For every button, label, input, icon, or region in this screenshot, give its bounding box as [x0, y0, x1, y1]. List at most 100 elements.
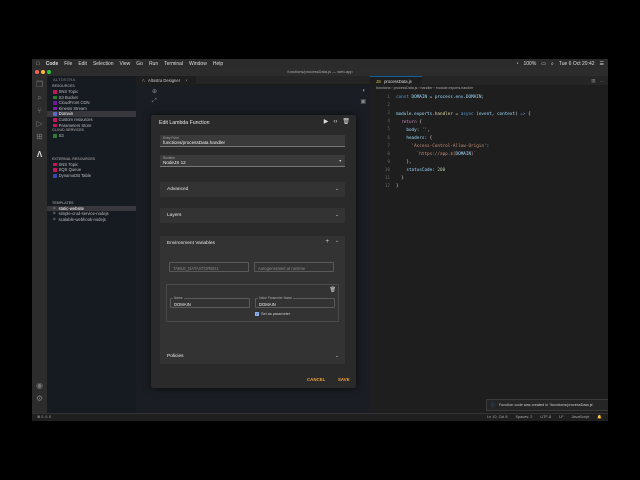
bell-icon[interactable]: 🔔 — [597, 414, 602, 421]
chevron-up-icon[interactable]: ⌃ — [335, 240, 339, 246]
notification-toast[interactable]: ⓘ Function code was created in '/functio… — [486, 399, 608, 411]
env2-value: DOMAIN — [259, 302, 276, 307]
encoding[interactable]: UTF-8 — [540, 414, 551, 421]
language-mode[interactable]: JavaScript — [572, 414, 590, 421]
chevron-down-icon: ⌄ — [335, 186, 339, 191]
env1-value-input[interactable]: Autogenerated at runtime — [254, 262, 334, 272]
entry-point-field[interactable]: Entry Point functions/processData.handle… — [160, 135, 345, 147]
template-item[interactable]: ⧉ scalable-webhook-nodejs — [47, 217, 136, 223]
menu-terminal[interactable]: Terminal — [164, 61, 183, 67]
status-bar: ⊗ 0 ⚠ 0 Ln 10, Col 8 Spaces: 2 UTF-8 LF … — [32, 413, 608, 421]
env2-value-input[interactable]: Value Parameter Name DOMAIN — [255, 296, 335, 308]
tab-processdata-js[interactable]: JS processData.js — [370, 76, 422, 85]
advanced-section[interactable]: Advanced ⌄ — [160, 182, 345, 197]
line-number: 2 — [387, 103, 390, 109]
checkbox-checked-icon: ✓ — [255, 312, 259, 316]
wifi-icon[interactable]: ◔ — [515, 61, 518, 67]
cancel-button[interactable]: CANCEL — [307, 377, 325, 382]
env2-name-input[interactable]: Name DOMAIN — [170, 296, 250, 308]
code-icon[interactable]: ‹› — [333, 118, 337, 126]
menu-view[interactable]: View — [120, 61, 131, 67]
close-window-button[interactable] — [35, 70, 39, 74]
code-line: const DOMAIN = process.env.DOMAIN; — [396, 95, 485, 100]
altostra-icon[interactable]: Λ — [35, 150, 44, 159]
trash-icon[interactable]: 🗑 — [342, 118, 350, 126]
apple-icon[interactable]:  — [36, 61, 40, 67]
editor-actions: ▥ … — [591, 76, 604, 85]
set-as-parameter-label: Set as parameter — [261, 312, 291, 316]
sidebar-item-label: DynamoDB Table — [58, 172, 92, 178]
editor-tab-bar: JS processData.js ▥ … — [370, 76, 608, 85]
resource-icon — [53, 123, 57, 128]
menu-run[interactable]: Run — [149, 61, 158, 67]
extensions-icon[interactable]: ⊞ — [35, 132, 44, 141]
resource-icon — [53, 112, 57, 116]
gear-icon[interactable]: ⚙ — [35, 394, 44, 403]
menubar-status: ◔ 100% ▭ ⌕ Tue 6 Oct 20:42 ☰ — [510, 59, 604, 68]
line-number: 6 — [387, 135, 390, 141]
resource-icon — [53, 134, 57, 138]
theme-icon[interactable]: ◐ — [362, 88, 366, 94]
code-line: module.exports.handler = async (event, c… — [396, 112, 531, 117]
policies-section[interactable]: Policies ⌄ — [160, 349, 345, 364]
control-center-icon[interactable]: ☰ — [600, 61, 604, 67]
window-title: functions/processData.js — web-app — [287, 69, 353, 74]
zoom-icon[interactable]: ⊕ — [152, 88, 157, 95]
code-editor[interactable]: 1 2 3 4 5 6 7 8 9 10 11 12 const DOMAIN = process.e… — [370, 92, 608, 413]
close-icon[interactable]: × — [185, 78, 187, 83]
breadcrumb[interactable]: functions › processData.js › handler › m… — [370, 85, 608, 92]
menu-edit[interactable]: Edit — [78, 61, 87, 67]
layers-section[interactable]: Layers ⌄ — [160, 208, 345, 223]
js-file-icon: JS — [376, 79, 381, 84]
delete-variable-icon[interactable]: 🗑 — [330, 287, 336, 293]
menu-selection[interactable]: Selection — [93, 61, 114, 67]
env-title: Environment Variables — [167, 241, 215, 246]
account-icon[interactable]: ◉ — [35, 381, 44, 390]
debug-icon[interactable]: ▷ — [35, 119, 44, 128]
battery-percent: 100% — [523, 60, 537, 67]
layout-icon[interactable]: ▣ — [360, 98, 366, 105]
tab-altostra-designer[interactable]: Λ Altostra Designer × — [136, 76, 196, 85]
problems-indicator[interactable]: ⊗ 0 ⚠ 0 — [37, 414, 51, 421]
policies-label: Policies — [167, 354, 184, 359]
add-variable-icon[interactable]: + — [325, 239, 329, 245]
battery-icon[interactable]: ▭ — [541, 61, 546, 67]
resource-icon — [53, 117, 57, 122]
zoom-window-button[interactable] — [47, 70, 51, 74]
tab-label: Altostra Designer — [147, 78, 181, 83]
runtime-select[interactable]: Runtime NodeJS 12 ▼ — [160, 155, 345, 167]
explorer-icon[interactable]: ❐ — [35, 80, 44, 89]
source-control-icon[interactable]: ⑂ — [35, 106, 44, 115]
altostra-icon: Λ — [142, 78, 145, 83]
status-items: Ln 10, Col 8 Spaces: 2 UTF-8 LF JavaScri… — [479, 414, 602, 421]
code-line: return { — [401, 120, 422, 125]
chevron-down-icon: ⌄ — [335, 212, 339, 217]
line-ending[interactable]: LF — [559, 414, 563, 421]
clock[interactable]: Tue 6 Oct 20:42 — [559, 61, 595, 67]
environment-variables-section: Environment Variables + ⌃ TABLE_DATASTOR… — [160, 236, 345, 356]
menu-go[interactable]: Go — [136, 61, 143, 67]
minimize-window-button[interactable] — [41, 70, 45, 74]
set-as-parameter-checkbox[interactable]: ✓ Set as parameter — [255, 312, 290, 316]
search-icon[interactable]: ⌕ — [35, 93, 44, 102]
menu-window[interactable]: Window — [189, 61, 207, 67]
run-icon[interactable]: ▶ — [324, 118, 329, 126]
search-icon[interactable]: ⌕ — [551, 61, 554, 67]
env1-name-input[interactable]: TABLE_DATASTORED1 — [169, 262, 249, 272]
save-button[interactable]: SAVE — [338, 377, 350, 382]
fit-icon[interactable]: ⤢ — [152, 98, 157, 105]
menu-help[interactable]: Help — [213, 61, 223, 67]
sidebar-title: ALTOSTRA — [53, 77, 76, 82]
cursor-position[interactable]: Ln 10, Col 8 — [487, 414, 507, 421]
indentation[interactable]: Spaces: 2 — [515, 414, 532, 421]
split-editor-icon[interactable]: ▥ — [591, 78, 595, 83]
menu-file[interactable]: File — [64, 61, 72, 67]
screen:  Code File Edit Selection View Go Run T… — [32, 59, 608, 421]
activity-bar: ❐ ⌕ ⑂ ▷ ⊞ Λ ◉ ⚙ — [32, 76, 47, 413]
more-icon[interactable]: … — [600, 78, 604, 83]
dialog-actions: ▶ ‹› 🗑 — [319, 118, 350, 126]
code-line: 'Access-Control-Allow-Origin': — [411, 144, 490, 149]
dialog-title: Edit Lambda Function — [159, 120, 210, 126]
mac-menubar:  Code File Edit Selection View Go Run T… — [32, 59, 608, 68]
menu-app[interactable]: Code — [46, 61, 59, 67]
